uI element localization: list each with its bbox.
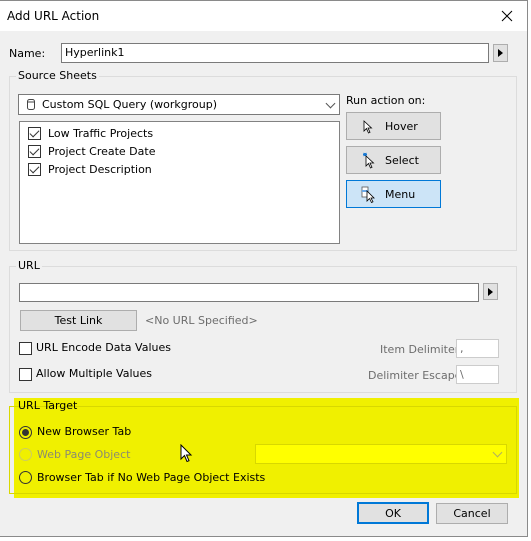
run-action-on-label: Run action on:: [346, 94, 426, 107]
web-page-object-dropdown[interactable]: [255, 444, 507, 464]
delimiter-escape-label: Delimiter Escape:: [368, 369, 466, 382]
delimiter-escape-input[interactable]: \: [456, 365, 499, 384]
sheets-list: Low Traffic Projects Project Create Date…: [19, 121, 340, 244]
datasource-dropdown[interactable]: Custom SQL Query (workgroup): [18, 94, 340, 115]
url-encode-label: URL Encode Data Values: [36, 341, 171, 354]
test-link-button[interactable]: Test Link: [20, 310, 137, 331]
item-delimiter-value: ,: [460, 342, 464, 355]
sheet-label: Project Description: [48, 163, 152, 176]
item-delimiter-input[interactable]: ,: [456, 339, 499, 358]
select-label: Select: [385, 154, 419, 167]
name-label: Name:: [9, 47, 46, 60]
item-delimiter-label: Item Delimiter:: [380, 343, 463, 356]
menu-label: Menu: [385, 188, 416, 201]
cancel-button[interactable]: Cancel: [436, 503, 508, 524]
browser-tab-fallback-label: Browser Tab if No Web Page Object Exists: [37, 471, 266, 484]
sheet-checkbox[interactable]: [28, 145, 41, 158]
sheet-checkbox[interactable]: [28, 163, 41, 176]
datasource-value: Custom SQL Query (workgroup): [42, 98, 217, 111]
ok-button[interactable]: OK: [357, 502, 429, 524]
url-target-title: URL Target: [18, 399, 78, 412]
allow-multiple-label: Allow Multiple Values: [36, 367, 152, 380]
chevron-down-icon: [325, 98, 336, 109]
web-page-object-label: Web Page Object: [37, 448, 131, 461]
mouse-cursor-icon: [180, 444, 193, 463]
sheet-label: Low Traffic Projects: [48, 127, 154, 140]
sheet-checkbox[interactable]: [28, 127, 41, 140]
url-status: <No URL Specified>: [145, 314, 258, 327]
chevron-down-icon: [492, 447, 503, 458]
title-bar: Add URL Action: [0, 1, 527, 31]
url-title: URL: [16, 259, 42, 272]
dialog-title: Add URL Action: [7, 9, 100, 23]
allow-multiple-checkbox[interactable]: [19, 368, 32, 381]
menu-pointer-icon: [361, 186, 375, 203]
close-icon[interactable]: [497, 6, 517, 26]
hover-label: Hover: [385, 120, 418, 133]
select-pointer-icon: [363, 152, 375, 169]
menu-button[interactable]: Menu: [346, 180, 441, 208]
source-sheets-title: Source Sheets: [16, 69, 99, 82]
database-icon: [27, 99, 35, 110]
delimiter-escape-value: \: [460, 368, 464, 381]
web-page-object-radio[interactable]: [19, 448, 32, 461]
browser-tab-fallback-radio[interactable]: [19, 471, 32, 484]
url-encode-checkbox[interactable]: [19, 342, 32, 355]
hover-button[interactable]: Hover: [346, 112, 441, 140]
add-url-action-dialog: Add URL Action Name: Hyperlink1 Source S…: [0, 0, 528, 537]
name-insert-button[interactable]: [493, 44, 508, 62]
name-value: Hyperlink1: [65, 46, 125, 59]
pointer-icon: [363, 120, 373, 134]
url-insert-button[interactable]: [483, 283, 498, 300]
select-button[interactable]: Select: [346, 146, 441, 174]
sheet-label: Project Create Date: [48, 145, 156, 158]
url-input[interactable]: [19, 283, 479, 302]
new-browser-tab-label: New Browser Tab: [37, 425, 132, 438]
name-input[interactable]: Hyperlink1: [61, 43, 489, 63]
new-browser-tab-radio[interactable]: [19, 426, 32, 439]
